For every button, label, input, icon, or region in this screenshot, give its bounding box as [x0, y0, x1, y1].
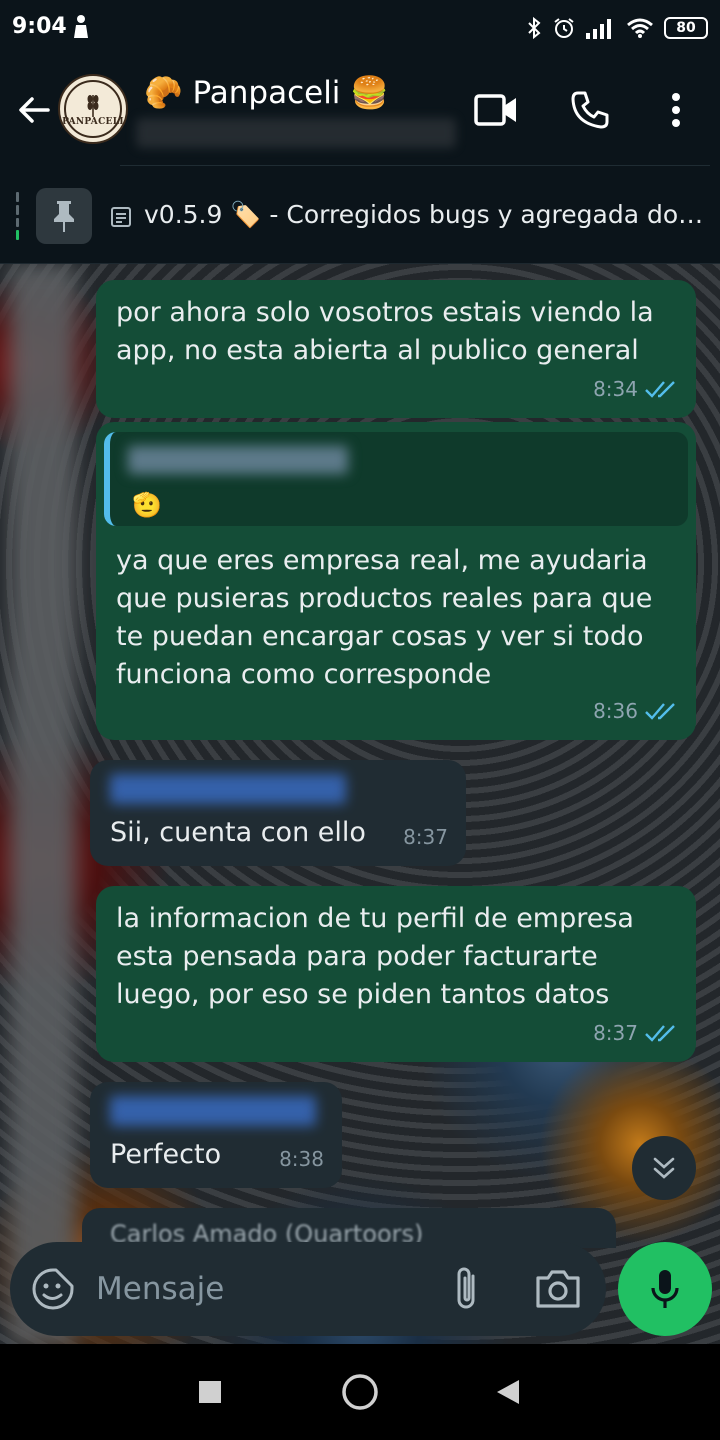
avatar-brand-text: PANPACELI — [62, 117, 124, 127]
message-bubble-incoming[interactable]: Perfecto 8:38 — [90, 1082, 342, 1188]
message-text: ya que eres empresa real, me ayudaria qu… — [116, 545, 653, 690]
recents-button[interactable] — [190, 1372, 230, 1412]
message-meta: 8:37 — [403, 818, 448, 856]
chat-header: PANPACELI 🥐 Panpaceli 🍔 — [0, 56, 720, 166]
message-text: Sii, cuenta con ello — [110, 817, 366, 848]
document-icon — [111, 207, 131, 227]
video-camera-icon — [474, 94, 516, 126]
status-time: 9:04 — [12, 14, 67, 39]
blurred-wallpaper-strip — [10, 264, 76, 1344]
avatar-logo: PANPACELI — [62, 80, 124, 138]
attach-icon[interactable] — [446, 1264, 486, 1314]
message-bubble-incoming[interactable]: Sii, cuenta con ello 8:37 — [90, 760, 466, 866]
home-button[interactable] — [340, 1372, 380, 1412]
pinned-message-bar[interactable]: v0.5.9 🏷️ - Corregidos bugs y agregada d… — [0, 166, 720, 264]
read-ticks-icon — [645, 703, 675, 720]
person-icon — [74, 15, 88, 38]
message-time: 8:37 — [593, 1021, 638, 1045]
message-input[interactable] — [96, 1262, 426, 1316]
pinned-message-text: v0.5.9 🏷️ - Corregidos bugs y agregada d… — [144, 200, 710, 229]
read-ticks-icon — [645, 1025, 675, 1042]
double-chevron-down-icon — [653, 1157, 675, 1179]
microphone-icon — [651, 1270, 679, 1308]
message-time: 8:36 — [593, 699, 638, 723]
pin-button[interactable] — [36, 188, 92, 244]
wheat-icon — [87, 95, 99, 117]
chat-subtitle-blurred — [136, 118, 456, 148]
square-icon — [199, 1381, 221, 1403]
back-arrow-icon[interactable] — [14, 90, 54, 130]
quoted-message[interactable]: 🫡 — [104, 432, 688, 526]
message-composer — [10, 1242, 606, 1336]
message-time: 8:34 — [593, 377, 638, 401]
pin-icon — [54, 201, 74, 232]
sticker-icon[interactable] — [30, 1266, 76, 1312]
wifi-icon — [627, 18, 653, 38]
sender-name-blurred — [110, 1096, 316, 1126]
bluetooth-icon — [528, 16, 541, 40]
status-icons: 80 — [526, 14, 708, 42]
message-text: la informacion de tu perfil de empresa e… — [116, 903, 634, 1010]
message-time: 8:37 — [403, 825, 448, 849]
chat-area[interactable]: por ahora solo vosotros estais viendo la… — [0, 264, 720, 1344]
alarm-icon — [554, 18, 574, 38]
group-avatar[interactable]: PANPACELI — [58, 74, 128, 144]
message-meta: 8:36 — [593, 692, 678, 730]
video-call-button[interactable] — [472, 86, 520, 134]
system-navigation-bar — [0, 1344, 720, 1440]
signal-icon — [586, 19, 611, 39]
scroll-to-bottom-button[interactable] — [632, 1136, 696, 1200]
message-meta: 8:34 — [593, 370, 678, 408]
message-time: 8:38 — [279, 1147, 324, 1171]
camera-icon[interactable] — [534, 1266, 582, 1312]
more-vertical-icon — [672, 93, 680, 127]
pin-position-indicator — [16, 192, 19, 240]
circle-icon — [342, 1374, 378, 1410]
message-meta: 8:37 — [593, 1014, 678, 1052]
back-nav-button[interactable] — [488, 1372, 528, 1412]
quoted-emoji: 🫡 — [132, 491, 162, 519]
phone-icon — [571, 91, 609, 129]
triangle-back-icon — [497, 1380, 519, 1404]
status-bar: 9:04 80 — [0, 0, 720, 56]
voice-message-button[interactable] — [618, 1242, 712, 1336]
voice-call-button[interactable] — [566, 86, 614, 134]
message-bubble-outgoing[interactable]: por ahora solo vosotros estais viendo la… — [96, 280, 696, 418]
sender-name-blurred — [110, 774, 346, 804]
quoted-sender-blurred — [128, 446, 348, 474]
message-bubble-outgoing[interactable]: la informacion de tu perfil de empresa e… — [96, 886, 696, 1062]
message-text: por ahora solo vosotros estais viendo la… — [116, 297, 654, 366]
battery-indicator: 80 — [664, 17, 708, 39]
message-bubble-outgoing[interactable]: 🫡 ya que eres empresa real, me ayudaria … — [96, 422, 696, 740]
overflow-menu-button[interactable] — [652, 86, 700, 134]
message-meta: 8:38 — [279, 1140, 324, 1178]
chat-title[interactable]: 🥐 Panpaceli 🍔 — [144, 74, 389, 111]
read-ticks-icon — [645, 381, 675, 398]
